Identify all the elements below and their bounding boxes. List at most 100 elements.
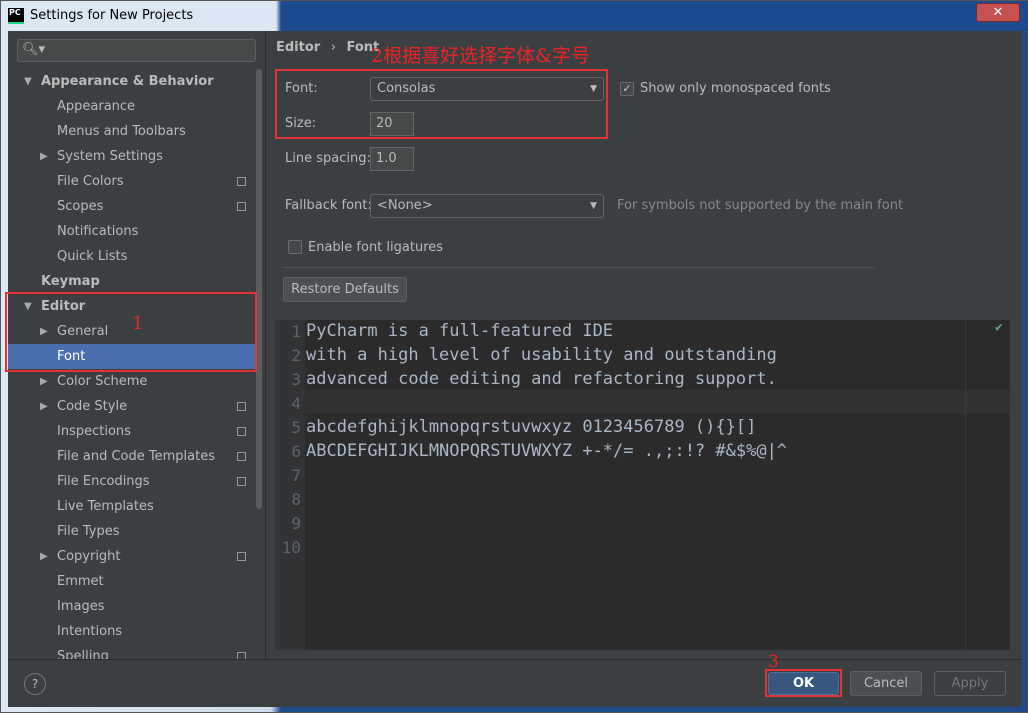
font-label: Font: [285,81,318,96]
pycharm-logo-icon: PC [8,8,24,24]
size-input[interactable]: 20 [370,112,414,136]
collapse-arrow-icon[interactable]: ▶ [40,394,48,419]
sidebar-item-label: Images [57,599,105,614]
copy-settings-icon [237,202,246,211]
sidebar-item-live-templates[interactable]: Live Templates [8,494,258,519]
font-preview-editor[interactable]: 1 PyCharm is a full-featured IDE 2 with a h… [275,320,1010,650]
dialog-footer: ? 3 OK Cancel Apply [8,652,1022,707]
restore-defaults-button[interactable]: Restore Defaults [283,277,407,302]
annotation-1: 1 [132,313,144,334]
sidebar-item-notifications[interactable]: Notifications [8,219,258,244]
sidebar-item-emmet[interactable]: Emmet [8,569,258,594]
apply-button[interactable]: Apply [934,671,1006,696]
expand-arrow-icon[interactable]: ▼ [24,69,32,94]
copy-settings-icon [237,402,246,411]
line-number: 10 [281,538,301,557]
divider [283,267,875,268]
sidebar-item-label: Live Templates [57,499,154,514]
settings-window: PC Settings for New Projects ✕ 🔍︎▾ ▼ Appe… [0,0,1028,713]
line-number: 8 [291,490,301,509]
copy-settings-icon [237,427,246,436]
code-line: PyCharm is a full-featured IDE [306,321,614,341]
sidebar-item-label: Appearance [57,99,136,114]
sidebar-item-copyright[interactable]: ▶ Copyright [8,544,258,569]
ligatures-label: Enable font ligatures [308,240,444,255]
fallback-font-label: Fallback font: [285,198,372,213]
sidebar-item-file-colors[interactable]: File Colors [8,169,258,194]
size-label: Size: [285,116,317,131]
close-button[interactable]: ✕ [976,3,1020,22]
line-number: 1 [291,322,301,341]
sidebar-item-label: File Colors [57,174,124,189]
fallback-font-select[interactable]: <None> ▼ [370,194,604,218]
sidebar-item-spelling[interactable]: Spelling [8,644,258,659]
line-number: 4 [291,394,301,413]
code-line: with a high level of usability and outst… [306,345,777,365]
monospaced-label: Show only monospaced fonts [640,81,831,96]
line-number: 2 [291,346,301,365]
ok-button[interactable]: OK [768,672,839,695]
annotation-2: 2根据喜好选择字体&字号 [371,45,591,67]
search-icon: 🔍︎▾ [22,42,46,57]
cancel-button[interactable]: Cancel [850,671,922,696]
sidebar-item-label: Color Scheme [57,374,148,389]
help-button[interactable]: ? [24,673,46,695]
breadcrumb-editor[interactable]: Editor [276,40,320,55]
sidebar-item-label: Notifications [57,224,139,239]
line-spacing-label: Line spacing: [285,151,371,166]
sidebar-item-label: File and Code Templates [57,449,215,464]
line-number: 3 [291,370,301,389]
sidebar-item-intentions[interactable]: Intentions [8,619,258,644]
sidebar-item-label: Menus and Toolbars [57,124,186,139]
sidebar-scrollbar[interactable] [256,69,262,509]
title-bar: PC Settings for New Projects ✕ [1,1,1028,31]
ligatures-checkbox[interactable] [288,240,302,254]
monospaced-checkbox[interactable]: ✓ [620,82,634,96]
sidebar-item-quick-lists[interactable]: Quick Lists [8,244,258,269]
breadcrumb: Editor › Font [276,40,379,55]
font-select[interactable]: Consolas ▼ [370,77,604,101]
annotation-box-editor-font [5,292,257,372]
copy-settings-icon [237,552,246,561]
sidebar-item-file-types[interactable]: File Types [8,519,258,544]
sidebar-item-label: Code Style [57,399,128,414]
sidebar-item-label: System Settings [57,149,163,164]
sidebar-item-color-scheme[interactable]: ▶ Color Scheme [8,369,258,394]
fallback-hint: For symbols not supported by the main fo… [617,198,904,213]
sidebar-item-label: Inspections [57,424,131,439]
sidebar-item-menus-and-toolbars[interactable]: Menus and Toolbars [8,119,258,144]
sidebar-item-inspections[interactable]: Inspections [8,419,258,444]
sidebar-item-file-encodings[interactable]: File Encodings [8,469,258,494]
collapse-arrow-icon[interactable]: ▶ [40,544,48,569]
code-line: ABCDEFGHIJKLMNOPQRSTUVWXYZ +-*/= .,;:!? … [306,441,788,461]
sidebar-item-label: Spelling [57,649,109,659]
sidebar-item-code-style[interactable]: ▶ Code Style [8,394,258,419]
sidebar-item-system-settings[interactable]: ▶ System Settings [8,144,258,169]
sidebar-item-label: Copyright [57,549,121,564]
sidebar-item-scopes[interactable]: Scopes [8,194,258,219]
line-spacing-input[interactable]: 1.0 [370,147,414,171]
line-number: 9 [291,514,301,533]
copy-settings-icon [237,652,246,659]
code-line: advanced code editing and refactoring su… [306,369,777,389]
sidebar-item-label: File Types [57,524,120,539]
copy-settings-icon [237,477,246,486]
current-line-highlight [305,390,1010,414]
settings-search-input[interactable]: 🔍︎▾ [17,39,256,62]
sidebar-item-appearance-behavior[interactable]: ▼ Appearance & Behavior [8,69,258,94]
sidebar-item-label: Scopes [57,199,104,214]
sidebar-item-label: Intentions [57,624,123,639]
sidebar-item-keymap[interactable]: Keymap [8,269,258,294]
breadcrumb-separator: › [330,40,336,55]
collapse-arrow-icon[interactable]: ▶ [40,369,48,394]
sidebar-item-appearance[interactable]: Appearance [8,94,258,119]
code-line: abcdefghijklmnopqrstuvwxyz 0123456789 ()… [306,417,757,437]
line-number: 7 [291,466,301,485]
right-margin [965,320,966,650]
fallback-value: <None> [377,198,433,213]
collapse-arrow-icon[interactable]: ▶ [40,144,48,169]
font-settings-panel: Editor › Font 2根据喜好选择字体&字号 Font: Consola… [267,31,1022,659]
sidebar-item-file-and-code-templates[interactable]: File and Code Templates [8,444,258,469]
sidebar-item-images[interactable]: Images [8,594,258,619]
line-number: 6 [291,442,301,461]
